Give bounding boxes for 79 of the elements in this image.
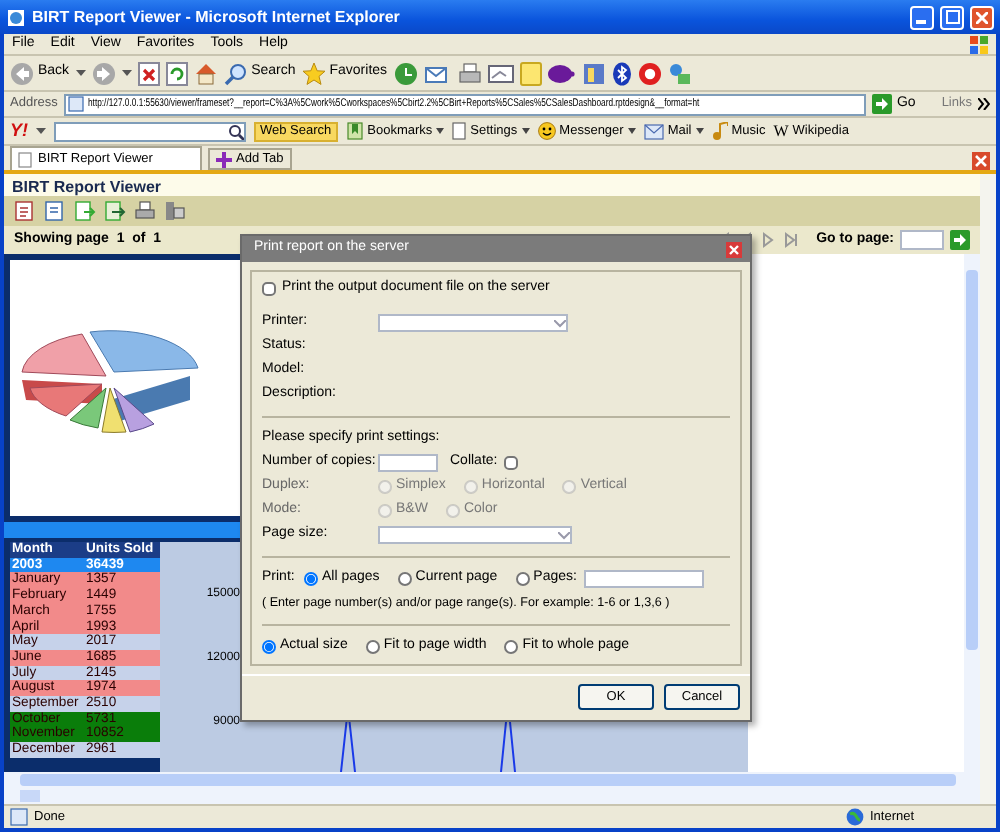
export-icon[interactable] (74, 200, 96, 222)
server-print-icon[interactable] (164, 200, 186, 222)
search-field[interactable] (54, 121, 246, 141)
bookmark-icon (345, 122, 364, 140)
window-title: BIRT Report Viewer - Microsoft Internet Explorer (32, 7, 402, 27)
checkbox[interactable] (503, 456, 518, 470)
scrollbar[interactable] (4, 772, 980, 788)
checkbox[interactable] (262, 282, 276, 296)
maximize-button[interactable] (940, 5, 964, 29)
ring-icon[interactable] (637, 61, 662, 85)
close-tab-icon[interactable] (972, 152, 990, 170)
pages-field[interactable] (584, 570, 705, 588)
radio-button[interactable] (397, 571, 412, 586)
bluetooth-icon[interactable] (611, 61, 632, 85)
printer-dropdown[interactable] (378, 314, 568, 332)
go-arrow-icon[interactable] (950, 230, 970, 250)
scrollbar[interactable] (4, 788, 980, 804)
page-number-field[interactable] (900, 230, 944, 250)
page-icon (18, 151, 32, 167)
edit-icon[interactable] (487, 61, 514, 85)
note-icon[interactable] (519, 61, 542, 85)
pie-slice (89, 330, 199, 373)
parameters-icon[interactable] (44, 200, 66, 222)
caret-icon (521, 128, 530, 134)
scrollbar[interactable] (980, 174, 996, 804)
mail-icon[interactable] (423, 61, 452, 85)
globe-icon (846, 808, 864, 826)
search-icon (228, 123, 244, 139)
music-note-icon (711, 122, 728, 140)
nav-arrow-icon[interactable] (782, 232, 799, 248)
caret-icon (36, 127, 46, 135)
caret-icon (121, 69, 132, 77)
export-data-icon[interactable] (104, 200, 126, 222)
caret-icon (75, 69, 86, 77)
smiley-icon (537, 122, 556, 140)
maximize-icon (945, 10, 959, 24)
nav-arrow-icon[interactable] (760, 232, 777, 248)
plus-icon (216, 151, 232, 167)
page-icon (67, 96, 84, 112)
copies-field[interactable] (378, 454, 438, 472)
mail-icon (643, 123, 664, 139)
toolbar-logo[interactable]: Y! (10, 120, 28, 142)
back-arrow-icon (10, 61, 34, 85)
forward-arrow-icon[interactable] (91, 61, 116, 85)
caret-icon (558, 531, 570, 539)
go-arrow-icon (872, 94, 893, 114)
caret-icon (436, 128, 445, 134)
scrollbar[interactable] (964, 254, 980, 772)
home-icon[interactable] (193, 61, 218, 85)
page-icon (452, 122, 467, 140)
star-icon (301, 61, 326, 85)
minimize-button[interactable] (910, 5, 934, 29)
toc-icon[interactable] (14, 200, 36, 222)
caret-icon (627, 128, 636, 134)
stop-icon[interactable] (137, 61, 160, 85)
printer-icon[interactable] (134, 200, 156, 222)
viewer-title: BIRT Report Viewer (10, 176, 164, 196)
pie-slice (21, 333, 107, 377)
refresh-icon[interactable] (165, 61, 188, 85)
search-icon (223, 61, 248, 85)
page-icon (10, 808, 28, 826)
caret-icon (554, 319, 566, 327)
radio-button[interactable] (365, 639, 380, 654)
history-icon[interactable] (393, 61, 418, 85)
close-icon (976, 11, 988, 23)
radio-button[interactable] (304, 571, 318, 586)
network-icon[interactable] (667, 61, 692, 85)
page-size-dropdown[interactable] (378, 526, 572, 544)
messenger-icon[interactable] (547, 61, 576, 85)
caret-icon (695, 128, 704, 134)
windows-logo-icon (970, 35, 988, 53)
radio-button[interactable] (504, 639, 519, 654)
printer-icon[interactable] (457, 61, 482, 85)
browser-icon (6, 7, 26, 27)
radio-button[interactable] (262, 639, 276, 654)
close-button[interactable] (970, 5, 994, 29)
chevron-icon[interactable] (978, 98, 990, 110)
close-icon[interactable] (726, 241, 742, 257)
radio-button[interactable] (515, 571, 530, 586)
